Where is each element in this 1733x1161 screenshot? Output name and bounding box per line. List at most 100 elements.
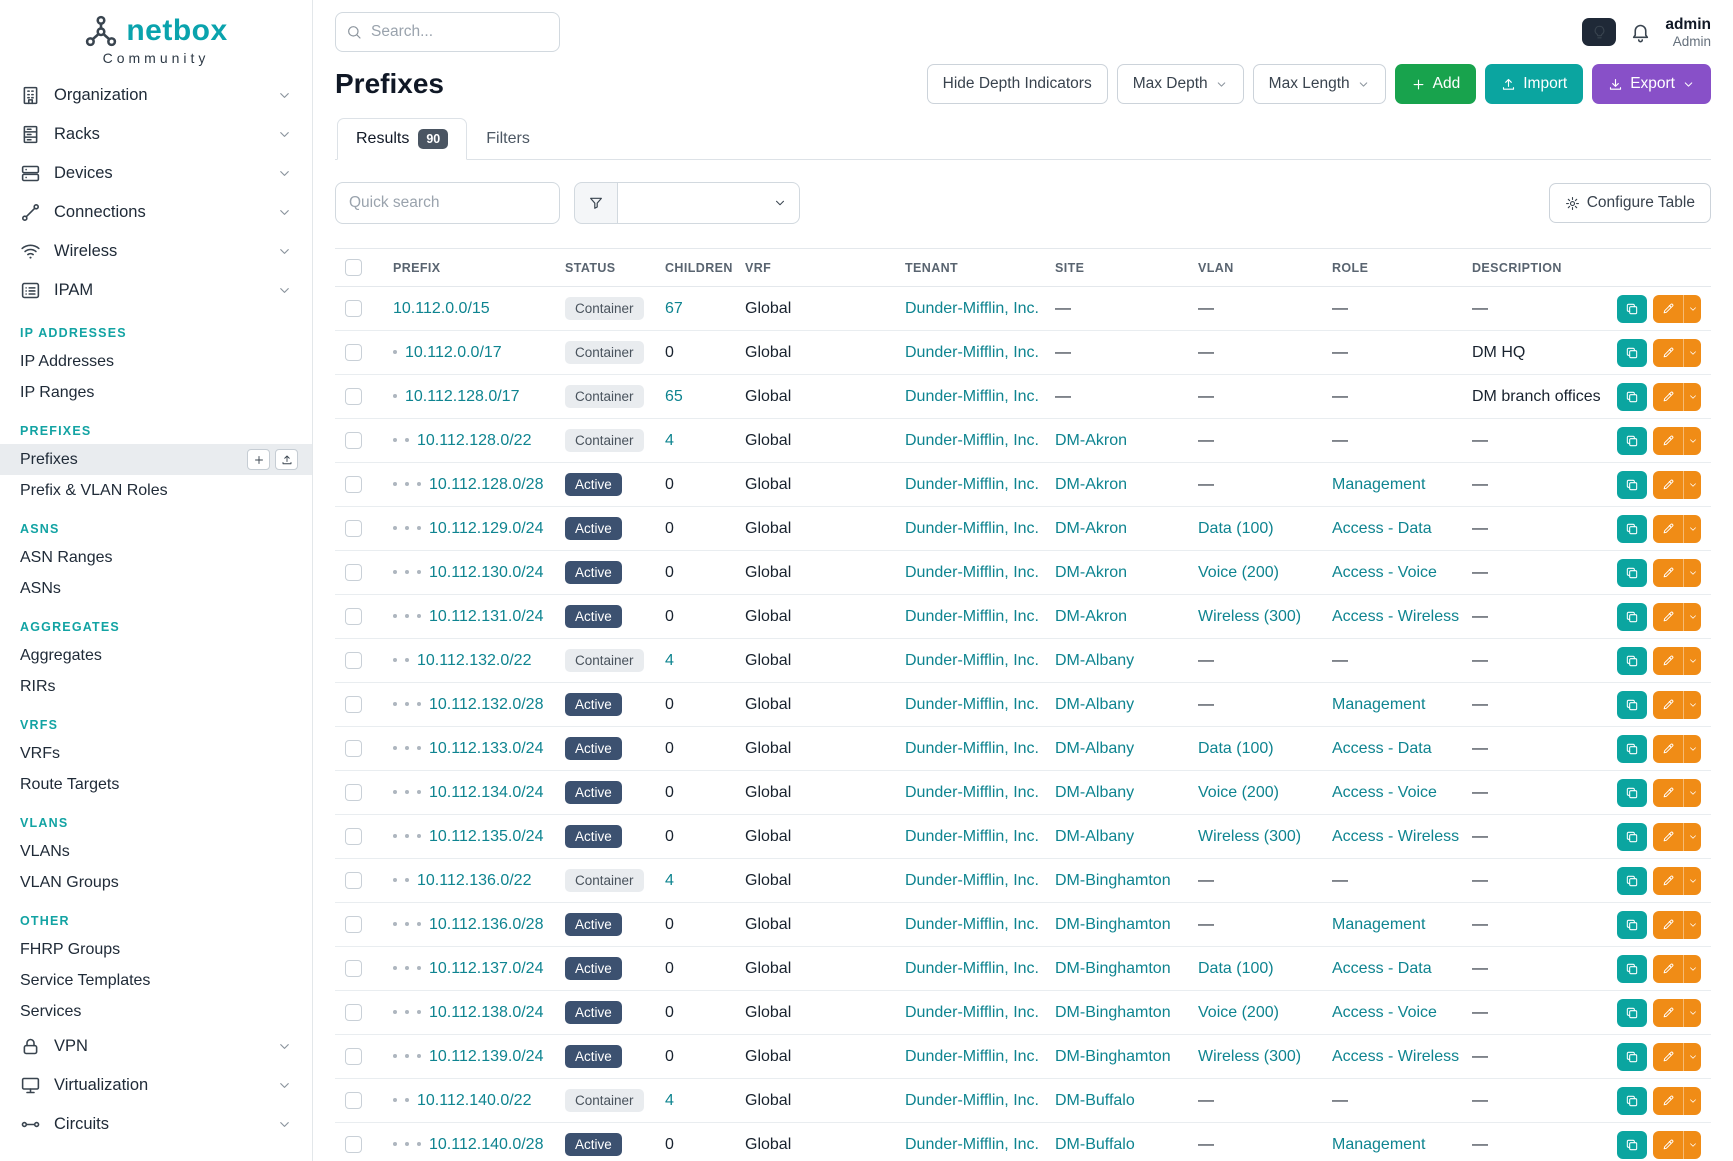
edit-dropdown-button[interactable] xyxy=(1683,1131,1701,1159)
sidebar-item-connections[interactable]: Connections xyxy=(0,193,312,232)
edit-dropdown-button[interactable] xyxy=(1683,383,1701,411)
edit-button[interactable] xyxy=(1653,911,1683,939)
filter-button[interactable] xyxy=(574,182,618,224)
edit-dropdown-button[interactable] xyxy=(1683,823,1701,851)
children-link[interactable]: 4 xyxy=(665,432,674,449)
prefix-link[interactable]: 10.112.132.0/22 xyxy=(417,652,531,669)
netbox-logo[interactable]: netbox Community xyxy=(0,14,312,66)
max-depth-dropdown[interactable]: Max Depth xyxy=(1117,64,1244,104)
edit-button[interactable] xyxy=(1653,559,1683,587)
sidebar-item-prefixes[interactable]: Prefixes xyxy=(0,444,312,475)
row-checkbox[interactable] xyxy=(345,1048,362,1065)
site-link[interactable]: DM-Akron xyxy=(1055,432,1127,449)
prefix-link[interactable]: 10.112.138.0/24 xyxy=(429,1004,543,1021)
edit-dropdown-button[interactable] xyxy=(1683,691,1701,719)
edit-button[interactable] xyxy=(1653,515,1683,543)
clone-button[interactable] xyxy=(1617,471,1647,499)
site-link[interactable]: DM-Akron xyxy=(1055,608,1127,625)
edit-dropdown-button[interactable] xyxy=(1683,779,1701,807)
sidebar-item-devices[interactable]: Devices xyxy=(0,154,312,193)
row-checkbox[interactable] xyxy=(345,740,362,757)
select-all-checkbox[interactable] xyxy=(345,259,362,276)
tab-filters[interactable]: Filters xyxy=(467,118,549,160)
prefix-link[interactable]: 10.112.134.0/24 xyxy=(429,784,543,801)
row-checkbox[interactable] xyxy=(345,784,362,801)
tenant-link[interactable]: Dunder-Mifflin, Inc. xyxy=(905,784,1039,801)
clone-button[interactable] xyxy=(1617,867,1647,895)
row-checkbox[interactable] xyxy=(345,960,362,977)
edit-button[interactable] xyxy=(1653,471,1683,499)
role-link[interactable]: Access - Data xyxy=(1332,960,1432,977)
edit-dropdown-button[interactable] xyxy=(1683,735,1701,763)
prefix-link[interactable]: 10.112.139.0/24 xyxy=(429,1048,543,1065)
row-checkbox[interactable] xyxy=(345,608,362,625)
tab-results[interactable]: Results 90 xyxy=(337,118,467,160)
edit-button[interactable] xyxy=(1653,691,1683,719)
tenant-link[interactable]: Dunder-Mifflin, Inc. xyxy=(905,476,1039,493)
role-link[interactable]: Access - Data xyxy=(1332,740,1432,757)
children-link[interactable]: 67 xyxy=(665,300,683,317)
prefix-link[interactable]: 10.112.129.0/24 xyxy=(429,520,543,537)
tenant-link[interactable]: Dunder-Mifflin, Inc. xyxy=(905,300,1039,317)
sidebar-item-route-targets[interactable]: Route Targets xyxy=(0,769,312,800)
vlan-link[interactable]: Wireless (300) xyxy=(1198,608,1301,625)
prefix-link[interactable]: 10.112.136.0/22 xyxy=(417,872,531,889)
site-link[interactable]: DM-Binghamton xyxy=(1055,872,1171,889)
edit-dropdown-button[interactable] xyxy=(1683,603,1701,631)
site-link[interactable]: DM-Akron xyxy=(1055,520,1127,537)
vlan-link[interactable]: Voice (200) xyxy=(1198,784,1279,801)
max-length-dropdown[interactable]: Max Length xyxy=(1253,64,1386,104)
tenant-link[interactable]: Dunder-Mifflin, Inc. xyxy=(905,432,1039,449)
edit-button[interactable] xyxy=(1653,823,1683,851)
edit-button[interactable] xyxy=(1653,779,1683,807)
site-link[interactable]: DM-Akron xyxy=(1055,476,1127,493)
edit-button[interactable] xyxy=(1653,735,1683,763)
prefix-link[interactable]: 10.112.137.0/24 xyxy=(429,960,543,977)
vlan-link[interactable]: Wireless (300) xyxy=(1198,1048,1301,1065)
prefixes-add-button[interactable] xyxy=(247,449,270,470)
row-checkbox[interactable] xyxy=(345,388,362,405)
clone-button[interactable] xyxy=(1617,1087,1647,1115)
edit-button[interactable] xyxy=(1653,1087,1683,1115)
tenant-link[interactable]: Dunder-Mifflin, Inc. xyxy=(905,916,1039,933)
role-link[interactable]: Access - Wireless xyxy=(1332,828,1459,845)
tenant-link[interactable]: Dunder-Mifflin, Inc. xyxy=(905,520,1039,537)
row-checkbox[interactable] xyxy=(345,1092,362,1109)
tenant-link[interactable]: Dunder-Mifflin, Inc. xyxy=(905,1092,1039,1109)
edit-dropdown-button[interactable] xyxy=(1683,515,1701,543)
edit-dropdown-button[interactable] xyxy=(1683,559,1701,587)
global-search-input[interactable] xyxy=(335,12,560,52)
site-link[interactable]: DM-Albany xyxy=(1055,652,1134,669)
hide-depth-indicators-button[interactable]: Hide Depth Indicators xyxy=(927,64,1108,104)
vlan-link[interactable]: Voice (200) xyxy=(1198,564,1279,581)
configure-table-button[interactable]: Configure Table xyxy=(1549,183,1711,223)
sidebar-item-asn-ranges[interactable]: ASN Ranges xyxy=(0,542,312,573)
row-checkbox[interactable] xyxy=(345,828,362,845)
edit-button[interactable] xyxy=(1653,867,1683,895)
prefix-link[interactable]: 10.112.133.0/24 xyxy=(429,740,543,757)
edit-button[interactable] xyxy=(1653,1043,1683,1071)
tenant-link[interactable]: Dunder-Mifflin, Inc. xyxy=(905,344,1039,361)
vlan-link[interactable]: Data (100) xyxy=(1198,960,1274,977)
sidebar-item-rirs[interactable]: RIRs xyxy=(0,671,312,702)
clone-button[interactable] xyxy=(1617,427,1647,455)
site-link[interactable]: DM-Akron xyxy=(1055,564,1127,581)
sidebar-item-vrfs[interactable]: VRFs xyxy=(0,738,312,769)
clone-button[interactable] xyxy=(1617,647,1647,675)
clone-button[interactable] xyxy=(1617,1131,1647,1159)
row-checkbox[interactable] xyxy=(345,1004,362,1021)
clone-button[interactable] xyxy=(1617,559,1647,587)
edit-button[interactable] xyxy=(1653,339,1683,367)
clone-button[interactable] xyxy=(1617,955,1647,983)
edit-dropdown-button[interactable] xyxy=(1683,999,1701,1027)
edit-button[interactable] xyxy=(1653,999,1683,1027)
prefix-link[interactable]: 10.112.131.0/24 xyxy=(429,608,543,625)
tenant-link[interactable]: Dunder-Mifflin, Inc. xyxy=(905,872,1039,889)
tenant-link[interactable]: Dunder-Mifflin, Inc. xyxy=(905,1004,1039,1021)
prefix-link[interactable]: 10.112.128.0/22 xyxy=(417,432,531,449)
edit-dropdown-button[interactable] xyxy=(1683,339,1701,367)
edit-dropdown-button[interactable] xyxy=(1683,911,1701,939)
edit-dropdown-button[interactable] xyxy=(1683,647,1701,675)
tenant-link[interactable]: Dunder-Mifflin, Inc. xyxy=(905,696,1039,713)
vlan-link[interactable]: Wireless (300) xyxy=(1198,828,1301,845)
